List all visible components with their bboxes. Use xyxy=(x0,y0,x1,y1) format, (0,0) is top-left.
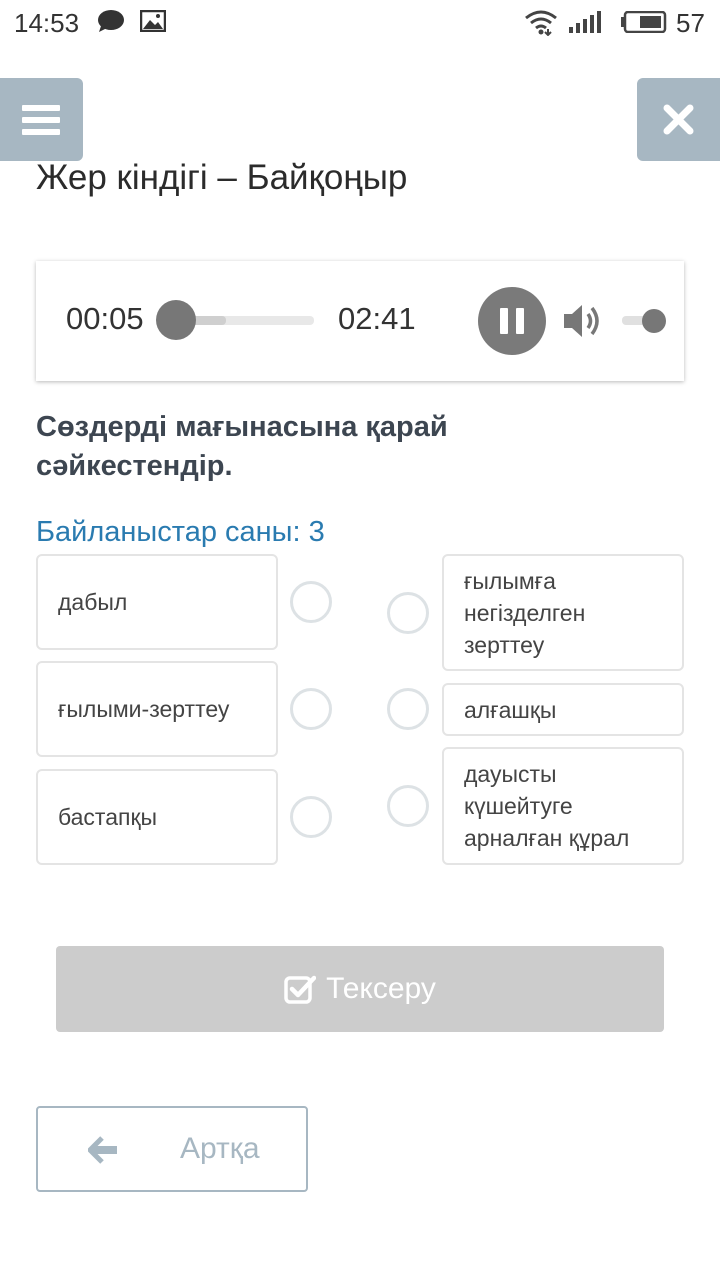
right-connector[interactable] xyxy=(387,688,429,730)
volume-icon[interactable] xyxy=(562,301,606,341)
signal-icon xyxy=(569,11,601,33)
right-item-label: дауысты күшейтуге арналған құрал xyxy=(464,761,630,851)
volume-thumb[interactable] xyxy=(642,309,666,333)
left-item-label: бастапқы xyxy=(58,804,158,830)
checkbox-check-icon xyxy=(284,975,317,1004)
right-item[interactable]: алғашқы xyxy=(442,683,684,736)
back-button[interactable]: Артқа xyxy=(36,1106,308,1192)
task-instruction: Сөздерді мағынасына қарай сәйкестендір. xyxy=(36,411,448,482)
hamburger-icon xyxy=(22,105,60,111)
right-item-label: ғылымға негізделген зерттеу xyxy=(464,567,586,658)
left-item-label: дабыл xyxy=(58,589,128,615)
left-connector[interactable] xyxy=(290,796,332,838)
close-icon xyxy=(663,104,694,135)
current-time: 00:05 xyxy=(66,301,144,336)
wifi-icon xyxy=(525,10,557,36)
left-item-label: ғылыми-зерттеу xyxy=(58,696,230,722)
status-bar: 14:53 57 xyxy=(0,0,720,46)
battery-level: 57 xyxy=(676,8,705,38)
left-item[interactable]: бастапқы xyxy=(36,769,278,865)
right-item[interactable]: ғылымға негізделген зерттеу xyxy=(442,554,684,671)
pause-icon-bar xyxy=(516,308,524,334)
pause-button[interactable] xyxy=(478,287,546,355)
menu-button[interactable] xyxy=(0,78,83,161)
back-button-label: Артқа xyxy=(180,1132,260,1165)
progress-track[interactable] xyxy=(176,316,314,325)
left-connector[interactable] xyxy=(290,688,332,730)
right-connector[interactable] xyxy=(387,785,429,827)
check-button[interactable]: Тексеру xyxy=(56,946,664,1032)
gallery-icon xyxy=(140,10,166,32)
hamburger-line xyxy=(22,117,60,123)
audio-player: 00:05 02:41 xyxy=(36,261,684,381)
chat-icon xyxy=(98,10,124,32)
left-connector[interactable] xyxy=(290,581,332,623)
hamburger-line xyxy=(22,129,60,135)
pause-icon xyxy=(500,308,508,334)
connections-count: Байланыстар саны: 3 xyxy=(36,516,325,548)
arrow-left-icon xyxy=(88,1136,117,1164)
close-button[interactable] xyxy=(637,78,720,161)
left-item[interactable]: дабыл xyxy=(36,554,278,650)
page-title: Жер кіндігі – Байқоңыр xyxy=(36,158,408,197)
progress-thumb[interactable] xyxy=(156,300,196,340)
check-button-label: Тексеру xyxy=(326,972,436,1005)
status-time: 14:53 xyxy=(14,8,80,38)
right-connector[interactable] xyxy=(387,592,429,634)
right-item-label: алғашқы xyxy=(464,696,557,723)
left-item[interactable]: ғылыми-зерттеу xyxy=(36,661,278,757)
right-item[interactable]: дауысты күшейтуге арналған құрал xyxy=(442,747,684,865)
battery-icon xyxy=(621,11,667,33)
duration: 02:41 xyxy=(338,301,416,336)
